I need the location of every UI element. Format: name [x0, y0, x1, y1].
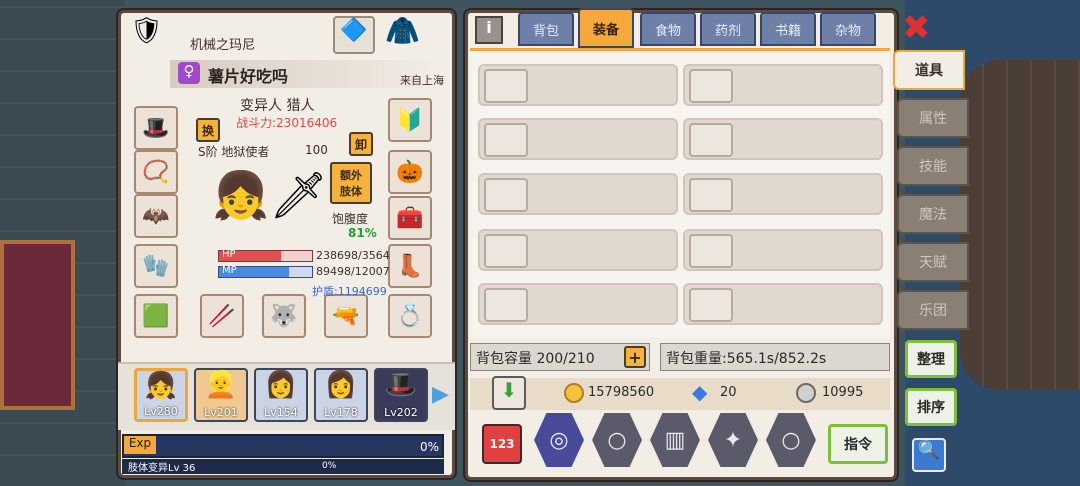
hero-level: Lv280: [144, 405, 178, 418]
armor-slot[interactable]: 🦇: [134, 194, 178, 238]
tab-backpack[interactable]: 背包: [518, 12, 574, 46]
hero-card-2[interactable]: 👱 Lv201: [194, 368, 248, 422]
sort-button[interactable]: 排序: [905, 388, 957, 426]
diamond-icon: ◆: [692, 380, 708, 404]
necklace-slot[interactable]: 📿: [134, 150, 178, 194]
character-name: 薯片好吃吗: [208, 67, 289, 86]
ring-slot[interactable]: 💍: [388, 294, 432, 338]
hunger-value: 81%: [348, 226, 377, 240]
hp-label: HP: [222, 249, 236, 260]
hero-card-1[interactable]: 👧 Lv280: [134, 368, 188, 422]
character-sprite: 👧🗡: [212, 168, 328, 222]
tab-equipment[interactable]: 装备: [578, 8, 634, 48]
mutation-label: 肢体变异Lv 36: [128, 463, 196, 474]
swap-button[interactable]: 换: [196, 118, 220, 142]
inventory-slot[interactable]: [478, 64, 678, 106]
inventory-slot[interactable]: [683, 283, 883, 325]
inventory-slot[interactable]: [478, 283, 678, 325]
numbered-list-button[interactable]: 123: [482, 424, 522, 464]
sidetab-attributes[interactable]: 属性: [897, 98, 969, 138]
unequip-button[interactable]: 卸: [349, 132, 373, 156]
exp-percent: 0%: [420, 440, 440, 454]
device-slot[interactable]: 🟩: [134, 294, 178, 338]
claw-slot[interactable]: 🐺: [262, 294, 306, 338]
hat-slot[interactable]: 🎩: [134, 106, 178, 150]
glove-slot[interactable]: 🧤: [134, 244, 178, 288]
sidetab-talent[interactable]: 天赋: [897, 242, 969, 282]
origin-text: 来自上海: [400, 74, 444, 87]
rank-number: 100: [305, 143, 328, 157]
inventory-slot[interactable]: [683, 64, 883, 106]
pumpkin-slot[interactable]: 🎃: [388, 150, 432, 194]
tab-misc[interactable]: 杂物: [820, 12, 876, 46]
ship-deck: [960, 60, 1080, 390]
hero-level: Lv202: [384, 406, 418, 419]
gun-slot[interactable]: 🔫: [324, 294, 368, 338]
hero-level: Lv201: [204, 406, 238, 419]
silver-coin-icon: [796, 383, 816, 403]
sidetab-band[interactable]: 乐团: [897, 290, 969, 330]
info-icon[interactable]: i: [475, 16, 503, 44]
expand-capacity-button[interactable]: +: [624, 346, 646, 368]
download-icon[interactable]: ⬇: [492, 376, 526, 410]
hanger-icon[interactable]: 🧥: [385, 14, 420, 47]
mp-label: MP: [222, 265, 237, 276]
exp-bar: [122, 434, 444, 458]
hero-card-5[interactable]: 🎩 Lv202: [374, 368, 428, 422]
inventory-slot[interactable]: [683, 118, 883, 160]
inventory-slot[interactable]: [478, 118, 678, 160]
class-text: 变异人 猎人: [240, 98, 315, 114]
close-icon[interactable]: ✖: [902, 8, 931, 48]
hero-level: Lv154: [264, 406, 298, 419]
hero-card-4[interactable]: 👩 Lv178: [314, 368, 368, 422]
staff-slot[interactable]: 🥢: [200, 294, 244, 338]
rank-text: S阶 地狱使者: [198, 145, 270, 159]
inventory-slot[interactable]: [478, 173, 678, 215]
silver-amount: 10995: [822, 385, 864, 400]
shield-gem-slot[interactable]: 🔰: [388, 98, 432, 142]
inventory-slot[interactable]: [683, 229, 883, 271]
next-arrow-icon[interactable]: ▶: [432, 382, 449, 407]
arrange-button[interactable]: 整理: [905, 340, 957, 378]
exp-label: Exp: [124, 436, 156, 454]
tab-books[interactable]: 书籍: [760, 12, 816, 46]
sidetab-magic[interactable]: 魔法: [897, 194, 969, 234]
search-icon[interactable]: 🔍: [912, 438, 946, 472]
gold-amount: 15798560: [588, 385, 655, 400]
chest-slot[interactable]: 🧰: [388, 196, 432, 240]
gold-coin-icon: [564, 383, 584, 403]
weight-text: 背包重量:565.1s/852.2s: [666, 351, 827, 367]
hunger-label: 饱腹度: [332, 212, 369, 226]
carpet: [0, 240, 75, 410]
capacity-text: 背包容量 200/210: [476, 351, 595, 367]
title-badge-icon: 🛡: [130, 16, 164, 46]
tab-potion[interactable]: 药剂: [700, 12, 756, 46]
crystal-icon[interactable]: 🔷: [333, 16, 375, 54]
boot-slot[interactable]: 👢: [388, 244, 432, 288]
sidetab-items[interactable]: 道具: [893, 50, 965, 90]
command-button[interactable]: 指令: [828, 424, 888, 464]
inventory-slot[interactable]: [683, 173, 883, 215]
shield-value: 护盾:1194699: [312, 285, 387, 298]
female-icon: ♀: [178, 62, 200, 84]
sidetab-skills[interactable]: 技能: [897, 146, 969, 186]
diamond-amount: 20: [720, 385, 737, 400]
hp-value: 238698/3564: [316, 249, 390, 262]
hero-level: Lv178: [324, 406, 358, 419]
hero-card-3[interactable]: 👩 Lv154: [254, 368, 308, 422]
character-title: 机械之玛尼: [190, 38, 256, 53]
inventory-slot[interactable]: [478, 229, 678, 271]
tab-food[interactable]: 食物: [640, 12, 696, 46]
power-text: 战斗力:23016406: [236, 116, 338, 130]
mp-value: 89498/12007: [316, 265, 390, 278]
mutation-percent: 0%: [322, 461, 337, 471]
extra-limb-button[interactable]: 额外 肢体: [330, 162, 372, 204]
